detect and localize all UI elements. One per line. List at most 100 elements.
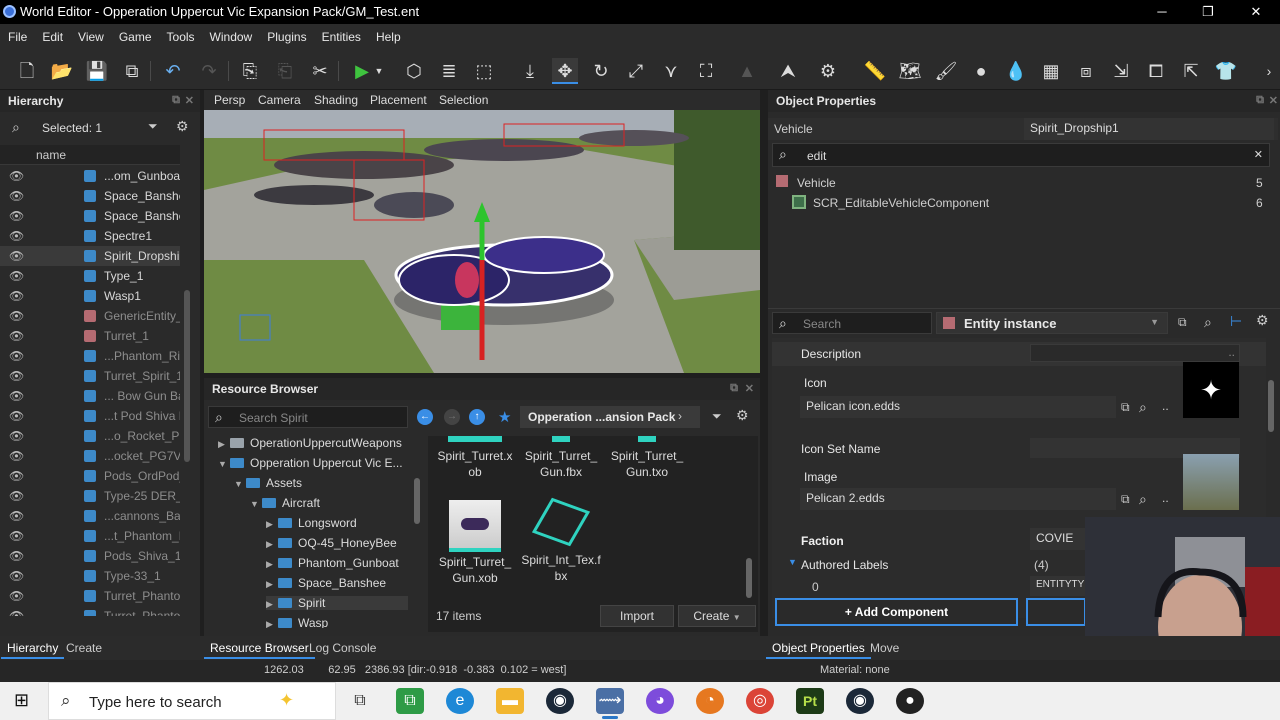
container-icon[interactable]: ⧈ [1073,58,1099,84]
select-tool-icon[interactable]: ⬚ [471,58,497,84]
minimize-button[interactable]: ─ [1142,2,1182,22]
visibility-eye-icon[interactable]: 👁 [9,449,24,463]
open-external-icon[interactable]: ⧉ [1178,315,1187,330]
curve-tool-icon[interactable]: ⋎ [658,58,684,84]
close-button[interactable]: ✕ [1236,2,1276,22]
panel-close-icon[interactable]: ✕ [1269,94,1278,107]
back-icon[interactable]: ← [417,409,433,425]
copy-icon[interactable]: ⎘ [237,58,263,84]
visibility-eye-icon[interactable]: 👁 [9,289,24,303]
undo-icon[interactable]: ↶ [160,58,186,84]
menu-edit[interactable]: Edit [34,24,70,44]
column-name[interactable]: name [36,148,66,162]
visibility-eye-icon[interactable]: 👁 [9,349,24,363]
hierarchy-row[interactable]: 👁 ...om_Gunboat [0,166,180,186]
import-button[interactable]: Import [600,605,674,627]
hierarchy-view-icon[interactable]: ⊢ [1230,313,1242,330]
folder-tree-item[interactable]: ▶ OQ-45_HoneyBee [266,536,397,550]
open-folder-icon[interactable]: 📂 [49,58,75,84]
task-view-icon[interactable]: ⧉ [346,688,374,714]
panel-close-icon[interactable]: ✕ [745,382,754,395]
property-filter-input[interactable]: ⌕ edit ✕ [772,143,1270,167]
sphere-icon[interactable]: ● [968,58,994,84]
browse-button[interactable]: .. [1228,345,1235,359]
bounds-tool-icon[interactable]: ⛶ [693,58,719,84]
visibility-eye-icon[interactable]: 👁 [9,509,24,523]
hierarchy-row[interactable]: 👁 Turret_Phanton [0,606,180,616]
visibility-eye-icon[interactable]: 👁 [9,469,24,483]
expand-arrow-icon[interactable]: ▶ [266,579,278,590]
settings-gear-icon[interactable]: ⚙ [1256,312,1269,329]
steam-icon[interactable]: ◉ [546,688,574,714]
hierarchy-row[interactable]: 👁 ...Phantom_Ric [0,346,180,366]
up-icon[interactable]: ↑ [469,409,485,425]
redo-icon[interactable]: ↷ [196,58,222,84]
workbench-icon[interactable]: ⟿ [596,688,624,719]
terrain-icon[interactable]: ▲ [734,58,760,84]
visibility-eye-icon[interactable]: 👁 [9,169,24,183]
path-breadcrumb[interactable]: Opperation ...ansion Pack › [520,406,700,428]
description-field[interactable]: .. [1030,344,1240,362]
visibility-eye-icon[interactable]: 👁 [9,529,24,543]
menu-help[interactable]: Help [368,24,408,44]
visibility-eye-icon[interactable]: 👁 [9,369,24,383]
water-drop-icon[interactable]: 💧 [1003,58,1029,84]
substance-painter-icon[interactable]: Pt [796,688,824,714]
forward-icon[interactable]: → [444,409,460,425]
hierarchy-row[interactable]: 👁 Space_Banshee [0,186,180,206]
add-component-button[interactable]: + Add Component [775,598,1018,626]
hierarchy-row[interactable]: 👁 ...ocket_PG7V_ [0,446,180,466]
hierarchy-row[interactable]: 👁 Turret_1 [0,326,180,346]
discord-icon[interactable]: ◕ [646,688,674,714]
tab-create[interactable]: Create [60,639,108,659]
hierarchy-row[interactable]: 👁 GenericEntity_ [0,306,180,326]
tab-log-console[interactable]: Log Console [303,639,382,659]
filter-icon[interactable]: ⏷ [148,119,158,134]
move-tool-icon[interactable]: ✥ [552,58,578,84]
tab-move[interactable]: Move [864,639,905,659]
blender-icon[interactable]: ◔ [696,688,724,714]
undock-icon[interactable]: ⧉ [1256,94,1264,107]
asset-tile[interactable]: Spirit_Turret_ Gun.txo [604,436,690,480]
menu-view[interactable]: View [70,24,111,44]
browse-button[interactable]: .. [1162,399,1169,413]
hierarchy-row[interactable]: 👁 Wasp1 [0,286,180,306]
clear-icon[interactable]: ✕ [1254,148,1263,161]
icon-field[interactable]: Pelican icon.edds [800,396,1116,418]
entity-name-field[interactable]: Spirit_Dropship1 [1024,118,1274,140]
paint-brush-icon[interactable]: 🖌 [933,58,959,84]
tab-hierarchy[interactable]: Hierarchy [1,639,65,659]
edit-external-icon[interactable]: ⧉ [119,58,145,84]
settings-gear-icon[interactable]: ⚙ [736,407,749,424]
asset-tile[interactable]: Spirit_Turret_ Gun.fbx [518,436,604,480]
search-icon[interactable]: ⌕ [1204,314,1212,331]
favorite-star-icon[interactable]: ★ [498,408,511,426]
open-external-icon[interactable]: ⧉ [1121,492,1130,507]
cut-icon[interactable]: ✂ [307,58,333,84]
tab-resource-browser[interactable]: Resource Browser [204,639,315,659]
expand-arrow-icon[interactable]: ▶ [266,519,278,530]
3d-viewport[interactable] [204,110,760,373]
folder-tree-item[interactable]: ▶ Space_Banshee [266,576,386,590]
selection-tab[interactable]: Selection [439,93,488,107]
folder-tree-item[interactable]: ▶ Phantom_Gunboat [266,556,399,570]
restore-button[interactable]: ❐ [1188,2,1228,22]
obs-icon[interactable]: ● [896,688,924,714]
new-file-icon[interactable]: 🗋 [14,58,40,84]
expand-arrow-icon[interactable]: ▼ [250,499,262,509]
expand-arrow-icon[interactable]: ▶ [218,439,230,450]
properties-scrollbar[interactable] [1268,380,1274,432]
breadcrumb-more[interactable]: › [678,409,682,423]
visibility-eye-icon[interactable]: 👁 [9,329,24,343]
folder-tree-item[interactable]: ▼ Assets [234,476,302,490]
search-icon[interactable]: ⌕ [1139,399,1147,416]
expand-arrow-icon[interactable]: ▶ [266,559,278,570]
prefab-icon[interactable]: ⚙ [815,58,841,84]
placement-tab[interactable]: Placement [370,93,427,107]
result-component[interactable]: SCR_EditableVehicleComponent [813,196,989,210]
taskbar-search-input[interactable]: ⌕ Type here to search ✦ [48,682,336,720]
visibility-eye-icon[interactable]: 👁 [9,489,24,503]
resource-search-input[interactable]: ⌕ Search Spirit [208,406,408,428]
asset-scrollbar[interactable] [746,558,752,598]
visibility-eye-icon[interactable]: 👁 [9,229,24,243]
